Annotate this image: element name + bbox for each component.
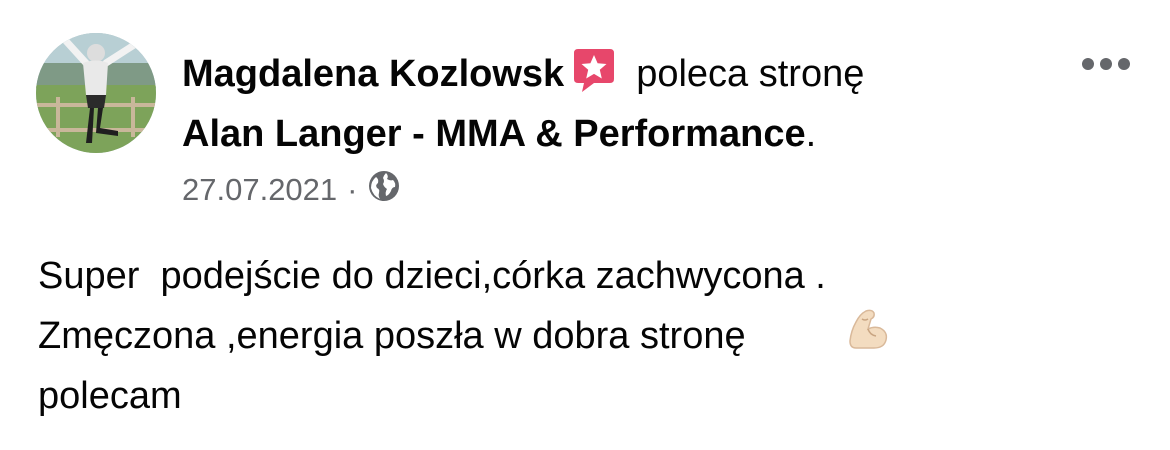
recommend-badge-icon: [572, 47, 616, 105]
post-body: Super podejście do dzieci,córka zachwyco…: [38, 246, 1138, 426]
header-line-page: Alan Langer - MMA & Performance.: [182, 110, 1082, 158]
avatar-photo: [36, 33, 156, 153]
post-body-line: Zmęczona ,energia poszła w dobra stronę: [38, 306, 1138, 366]
post-header: Magdalena Kozlowsk poleca stronę Alan La…: [182, 49, 1082, 212]
post-body-text: Zmęczona ,energia poszła w dobra stronę: [38, 315, 746, 357]
post-body-line: polecam: [38, 366, 1138, 426]
more-options-icon[interactable]: [1082, 52, 1142, 76]
post-body-text: polecam: [38, 375, 182, 417]
post-meta: 27.07.2021 ·: [182, 168, 1082, 212]
recommended-page-link[interactable]: Alan Langer - MMA & Performance: [182, 113, 806, 155]
globe-icon[interactable]: [367, 169, 401, 213]
action-text: poleca stronę: [636, 53, 865, 95]
post-card: Magdalena Kozlowsk poleca stronę Alan La…: [0, 0, 1170, 450]
more-dot: [1082, 58, 1094, 70]
post-date[interactable]: 27.07.2021: [182, 170, 337, 210]
post-body-text: Super podejście do dzieci,córka zachwyco…: [38, 255, 826, 297]
more-dot: [1118, 58, 1130, 70]
author-name[interactable]: Magdalena Kozlowsk: [182, 50, 564, 98]
page-name-suffix: .: [805, 113, 817, 155]
header-line-author: Magdalena Kozlowsk poleca stronę: [182, 49, 1082, 98]
post-body-line: Super podejście do dzieci,córka zachwyco…: [38, 246, 1138, 306]
meta-separator: ·: [347, 172, 358, 207]
more-dot: [1100, 58, 1112, 70]
flexed-biceps-emoji-icon: [762, 247, 890, 429]
author-avatar[interactable]: [36, 33, 156, 153]
